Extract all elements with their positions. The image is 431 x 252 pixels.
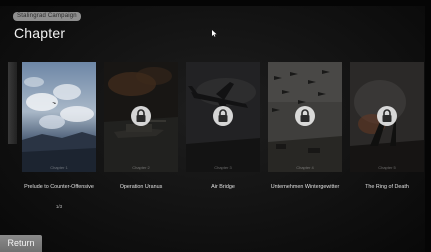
chapter-card-3[interactable]: Chapter 3 [186,62,260,172]
chapter-title-1: Prelude to Counter-Offensive [24,184,94,190]
return-button[interactable]: Return [0,235,42,252]
lock-icon [213,106,233,126]
chapter-title-5: The Ring of Death [365,184,409,190]
page-title: Chapter [14,25,66,41]
campaign-badge: Stalingrad Campaign [13,12,81,21]
chapter-number: Chapter 2 [132,165,150,170]
chapter-card-2[interactable]: Chapter 2 [104,62,178,172]
chapter-title-4: Unternehmen Wintergewitter [270,184,340,190]
chapter-progress-1: 1/3 [55,204,63,209]
chapter-number: Chapter 1 [50,165,68,170]
chapter-title-3: Air Bridge [211,184,235,190]
right-letterbox [425,0,431,252]
chapter-select-screen: Stalingrad Campaign Chapter Chapter 1 Ch… [0,0,431,252]
chapter-card-4[interactable]: Chapter 4 [268,62,342,172]
mouse-cursor-icon [212,30,217,37]
previous-page-tab[interactable] [8,62,17,144]
chapter-number: Chapter 5 [378,165,396,170]
chapter-1-artwork [22,62,96,172]
chapter-number: Chapter 4 [296,165,314,170]
chapter-card-1[interactable]: Chapter 1 [22,62,96,172]
lock-icon [377,106,397,126]
lock-icon [131,106,151,126]
top-letterbox [0,0,431,6]
chapter-card-5[interactable]: Chapter 5 [350,62,424,172]
chapter-number: Chapter 3 [214,165,232,170]
lock-icon [295,106,315,126]
chapter-title-2: Operation Uranus [119,184,163,190]
